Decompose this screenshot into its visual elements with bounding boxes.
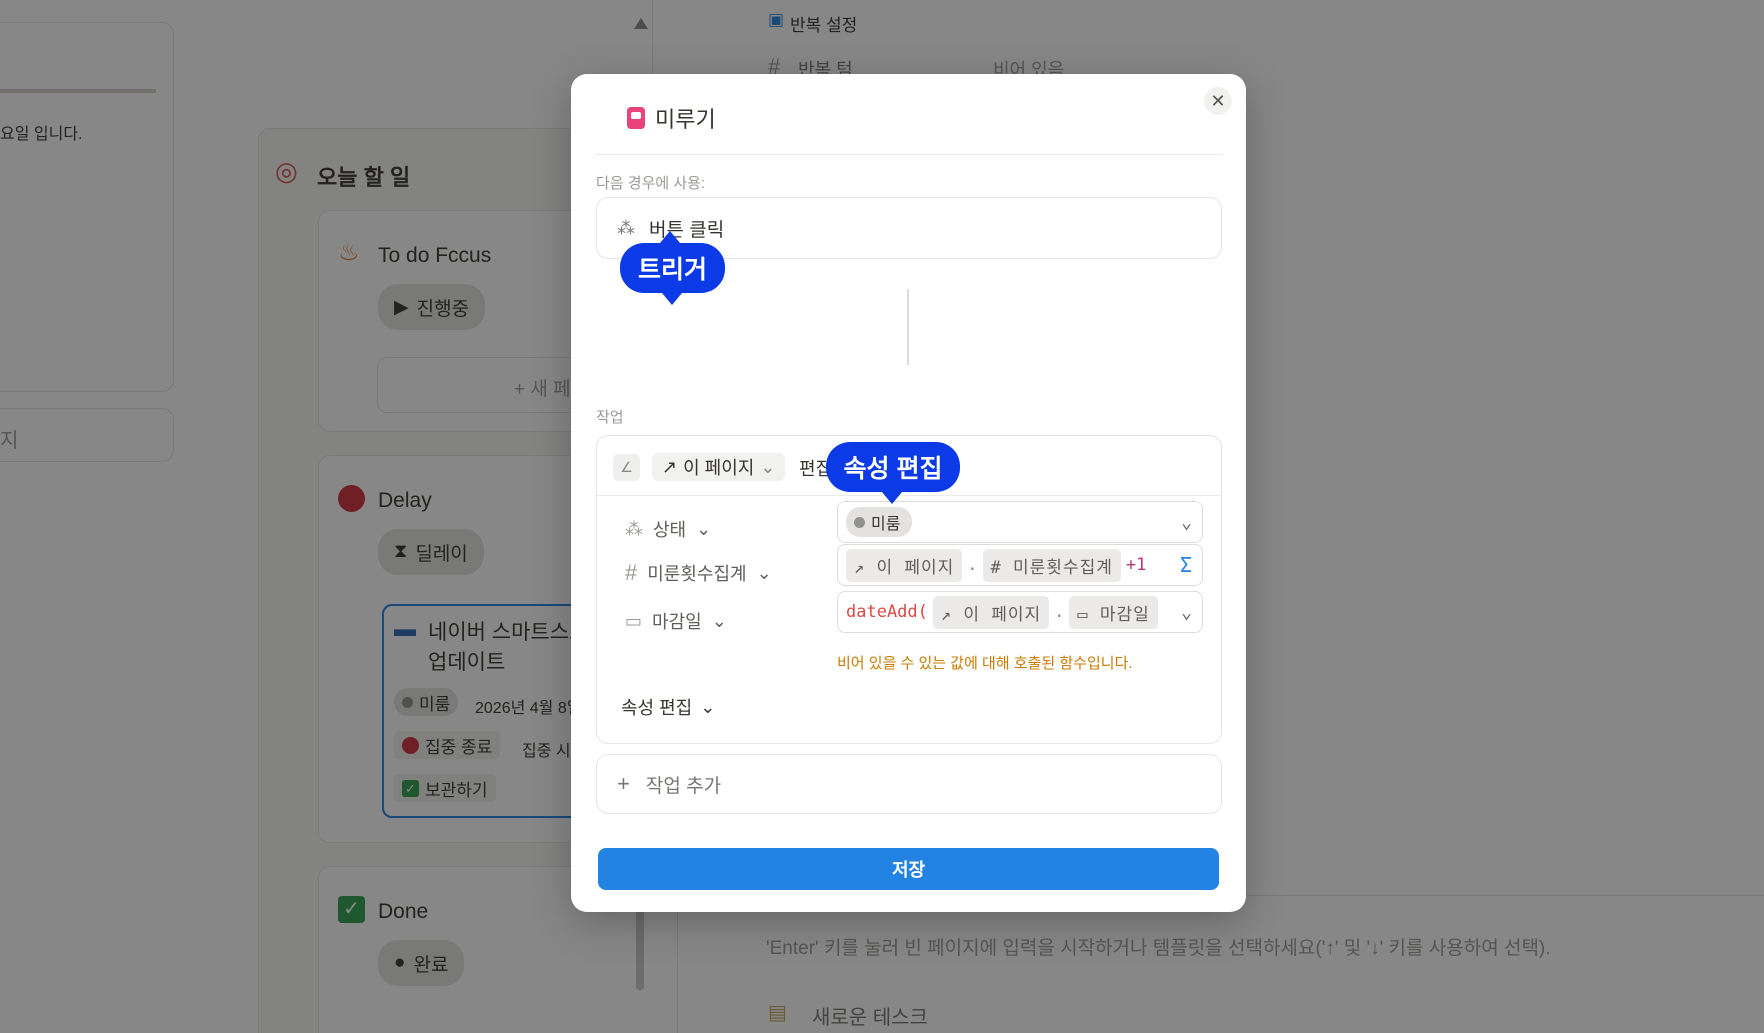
sigma-icon[interactable]: Σ: [1180, 553, 1192, 577]
this-page-chip: ↗ 이 페이지: [846, 548, 963, 582]
prop-due-row[interactable]: ▭ 마감일 ⌄: [625, 608, 727, 634]
due-chip: ▭ 마감일: [1069, 595, 1158, 629]
modal-title: 미루기: [627, 102, 716, 134]
status-icon: ⁂: [625, 518, 643, 539]
calendar-icon: ▭: [625, 610, 643, 631]
warning-text: 비어 있을 수 있는 값에 대해 호출된 함수입니다.: [837, 655, 1133, 672]
chevron-down-icon: ⌄: [756, 562, 772, 583]
action-label: 작업: [596, 409, 624, 426]
this-page-select[interactable]: ↗ 이 페이지 ⌄: [652, 453, 786, 481]
status-tag: 미룸: [846, 507, 913, 537]
chevron-down-icon: ⌄: [696, 518, 712, 539]
chevron-down-icon: ⌄: [1181, 601, 1192, 623]
edit-pencil-icon[interactable]: ∠: [613, 454, 640, 481]
close-button[interactable]: ✕: [1204, 87, 1232, 115]
this-page-chip: ↗ 이 페이지: [932, 595, 1050, 629]
count-formula-field[interactable]: ↗ 이 페이지 . # 미룬횟수집계 +1 Σ: [837, 544, 1203, 586]
callout-prop-edit-pointer: [882, 492, 902, 504]
save-button[interactable]: 저장: [598, 848, 1219, 890]
chevron-down-icon: ⌄: [700, 696, 716, 717]
postbox-icon: [627, 107, 645, 129]
header-divider: [595, 154, 1222, 155]
count-chip: # 미룬횟수집계: [982, 548, 1121, 582]
use-when-label: 다음 경우에 사용:: [596, 175, 706, 192]
add-action-button[interactable]: + 작업 추가: [596, 754, 1222, 814]
prop-count-row[interactable]: # 미룬횟수집계 ⌄: [625, 560, 772, 586]
plus-icon: +: [617, 771, 630, 796]
hash-icon: #: [625, 560, 638, 585]
arrow-icon: ↗: [662, 456, 678, 477]
status-value-field[interactable]: 미룸 ⌄: [837, 501, 1203, 543]
due-formula-field[interactable]: dateAdd( ↗ 이 페이지 . ▭ 마감일 ⌄: [837, 591, 1203, 633]
callout-trigger-pointer-down: [662, 293, 682, 305]
automation-modal: 미루기 ✕ 다음 경우에 사용: ⁂ 버튼 클릭 작업 ∠ ↗ 이 페이지 ⌄ …: [571, 74, 1246, 912]
prop-status-row[interactable]: ⁂ 상태 ⌄: [625, 516, 711, 542]
chevron-down-icon: ⌄: [760, 456, 776, 477]
prop-edit-menu[interactable]: 속성 편집 ⌄: [621, 694, 715, 720]
chevron-down-icon: ⌄: [1181, 511, 1192, 533]
chevron-down-icon: ⌄: [711, 610, 727, 631]
click-icon: ⁂: [617, 217, 635, 238]
callout-trigger-pointer-up: [660, 231, 680, 243]
callout-trigger: 트리거: [620, 243, 725, 293]
flow-connector: [907, 289, 909, 365]
callout-prop-edit: 속성 편집: [826, 442, 960, 492]
